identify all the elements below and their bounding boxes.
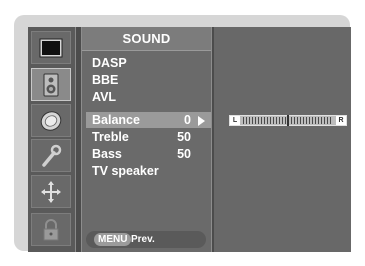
menu-title: SOUND [82,27,211,51]
osd-window: SOUND DASP BBE AVL Balance 0 Treble 50 B… [28,27,351,252]
menu-item-value: 50 [177,130,191,144]
picture-icon [39,38,63,58]
menu-item-tv-speaker[interactable]: TV speaker [86,163,211,179]
screen-adjust-icon [39,180,63,204]
category-lock[interactable] [31,213,71,246]
menu-item-label: Balance [92,113,140,127]
menu-item-bass[interactable]: Bass 50 [86,146,211,162]
sound-menu-panel: SOUND DASP BBE AVL Balance 0 Treble 50 B… [81,27,212,252]
balance-slider[interactable]: L R [229,115,347,126]
menu-item-label: BBE [92,73,119,87]
category-sound[interactable] [31,68,71,101]
menu-item-label: Treble [92,130,129,144]
category-screen[interactable] [31,175,71,208]
wrench-icon [40,144,62,168]
category-time[interactable] [31,104,71,137]
prev-label: Prev. [131,234,155,245]
category-icon-column [28,27,76,252]
submenu-arrow-icon [198,116,205,126]
menu-item-balance[interactable]: Balance 0 [86,112,211,128]
menu-item-value: 50 [177,147,191,161]
menu-item-treble[interactable]: Treble 50 [86,129,211,145]
menu-footer[interactable]: MENU Prev. [86,231,206,248]
menu-item-label: TV speaker [92,164,159,178]
menu-item-label: DASP [92,56,127,70]
menu-item-avl[interactable]: AVL [86,89,211,105]
balance-left-label: L [230,116,240,125]
adjust-panel: L R [214,27,351,252]
menu-item-label: Bass [92,147,122,161]
balance-right-label: R [336,116,346,125]
menu-item-bbe[interactable]: BBE [86,72,211,88]
balance-handle[interactable] [287,115,289,126]
lock-icon [42,218,60,242]
category-picture[interactable] [31,31,71,64]
menu-key-badge: MENU [94,233,132,246]
menu-item-dasp[interactable]: DASP [86,55,211,71]
clock-icon [39,110,63,132]
category-option[interactable] [31,139,71,172]
speaker-icon [43,73,59,97]
menu-item-value: 0 [184,113,191,127]
menu-item-label: AVL [92,90,117,104]
